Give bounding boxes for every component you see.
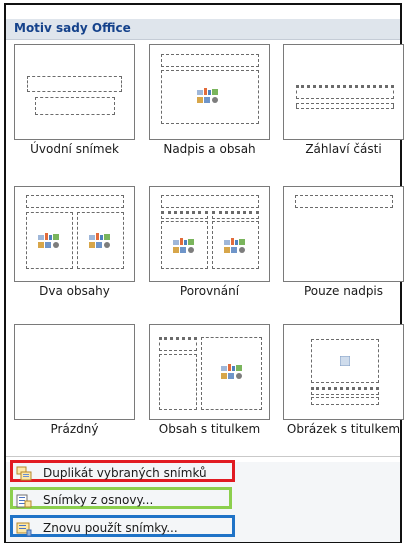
layout-thumbnail [283, 186, 404, 282]
layout-comparison[interactable]: Porovnání [149, 186, 270, 336]
picture-placeholder [311, 339, 379, 383]
layout-thumbnail [283, 324, 404, 420]
layout-label: Nadpis a obsah [163, 142, 256, 156]
picture-icon [340, 356, 350, 366]
layout-title-only[interactable]: Pouze nadpis [283, 186, 404, 336]
layout-thumbnail [149, 186, 270, 282]
content-icons-icon [173, 238, 194, 253]
title-placeholder [295, 195, 393, 208]
layout-two-content[interactable]: Dva obsahy [14, 186, 135, 336]
layout-section-header[interactable]: Záhlaví části [283, 44, 404, 194]
layout-thumbnail [14, 44, 135, 140]
layout-gallery: Úvodní snímek Nadpis a obsah Záhlaví čás… [0, 0, 409, 470]
duplicate-slides-icon [16, 466, 32, 481]
subtitle-placeholder [35, 97, 115, 115]
title-placeholder [26, 195, 124, 208]
reuse-slides-item[interactable]: Znovu použít snímky... [10, 515, 235, 537]
layout-label: Pouze nadpis [303, 284, 384, 298]
content-icons-icon [224, 238, 245, 253]
left-content-placeholder [26, 212, 73, 269]
content-placeholder [161, 70, 259, 124]
right-content-placeholder [212, 221, 259, 269]
caption-text-placeholder [159, 354, 197, 410]
text-placeholder [296, 103, 394, 109]
reuse-slides-label: Znovu použít snímky... [43, 521, 178, 535]
reuse-slides-icon [16, 522, 32, 537]
menu-divider [6, 456, 400, 457]
layout-label: Záhlaví části [305, 142, 382, 156]
content-icons-icon [197, 88, 218, 103]
title-placeholder [296, 85, 394, 99]
layout-blank[interactable]: Prázdný [14, 324, 135, 474]
layout-picture-with-caption[interactable]: Obrázek s titulkem [283, 324, 404, 474]
title-placeholder [161, 54, 259, 67]
layout-label: Dva obsahy [39, 284, 110, 298]
content-placeholder [201, 337, 262, 410]
caption-title-placeholder [311, 387, 379, 395]
layout-title-and-content[interactable]: Nadpis a obsah [149, 44, 270, 194]
layout-title-slide[interactable]: Úvodní snímek [14, 44, 135, 194]
caption-title-placeholder [159, 337, 197, 351]
layout-content-with-caption[interactable]: Obsah s titulkem [149, 324, 270, 474]
content-icons-icon [38, 233, 59, 248]
layout-label: Úvodní snímek [30, 142, 119, 156]
title-placeholder [27, 76, 122, 92]
slides-from-outline-icon [16, 494, 32, 508]
content-icons-icon [89, 233, 110, 248]
caption-text-placeholder [311, 397, 379, 405]
duplicate-selected-slides-label: Duplikát vybraných snímků [43, 466, 207, 480]
title-placeholder [161, 195, 259, 208]
layout-thumbnail [283, 44, 404, 140]
layout-thumbnail [14, 324, 135, 420]
right-heading-placeholder [212, 211, 259, 219]
layout-label: Porovnání [179, 284, 240, 298]
slides-from-outline-item[interactable]: Snímky z osnovy... [10, 487, 232, 509]
layout-thumbnail [14, 186, 135, 282]
layout-label: Obsah s titulkem [158, 422, 261, 436]
layout-label: Obrázek s titulkem [286, 422, 401, 436]
layout-label: Prázdný [50, 422, 99, 436]
layout-thumbnail [149, 324, 270, 420]
slides-from-outline-label: Snímky z osnovy... [43, 493, 154, 507]
layout-thumbnail [149, 44, 270, 140]
right-content-placeholder [77, 212, 124, 269]
left-heading-placeholder [161, 211, 208, 219]
duplicate-selected-slides-item[interactable]: Duplikát vybraných snímků [10, 460, 235, 482]
content-icons-icon [221, 364, 242, 379]
left-content-placeholder [161, 221, 208, 269]
